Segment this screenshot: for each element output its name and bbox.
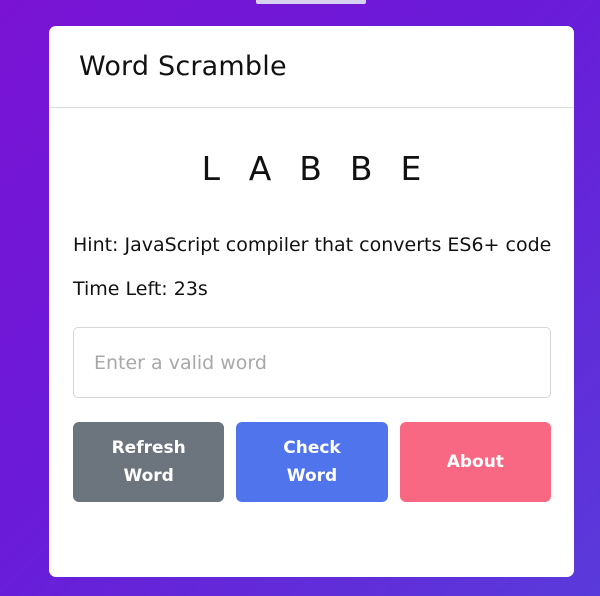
check-word-button[interactable]: Check Word — [236, 422, 388, 502]
time-left: Time Left: 23s — [73, 278, 208, 300]
game-card: Word Scramble LABBE Hint: JavaScript com… — [49, 26, 574, 577]
scrambled-word: LABBE — [201, 149, 450, 188]
word-input[interactable] — [73, 327, 551, 398]
card-header: Word Scramble — [49, 26, 574, 108]
hint-text: Hint: JavaScript compiler that converts … — [73, 234, 552, 256]
top-indicator — [256, 0, 366, 4]
page-title: Word Scramble — [79, 51, 287, 82]
about-button[interactable]: About — [399, 422, 551, 502]
card-body: LABBE Hint: JavaScript compiler that con… — [49, 146, 574, 502]
refresh-word-button[interactable]: Refresh Word — [73, 422, 225, 502]
input-wrapper — [73, 327, 551, 398]
button-row: Refresh Word Check Word About — [73, 422, 551, 502]
